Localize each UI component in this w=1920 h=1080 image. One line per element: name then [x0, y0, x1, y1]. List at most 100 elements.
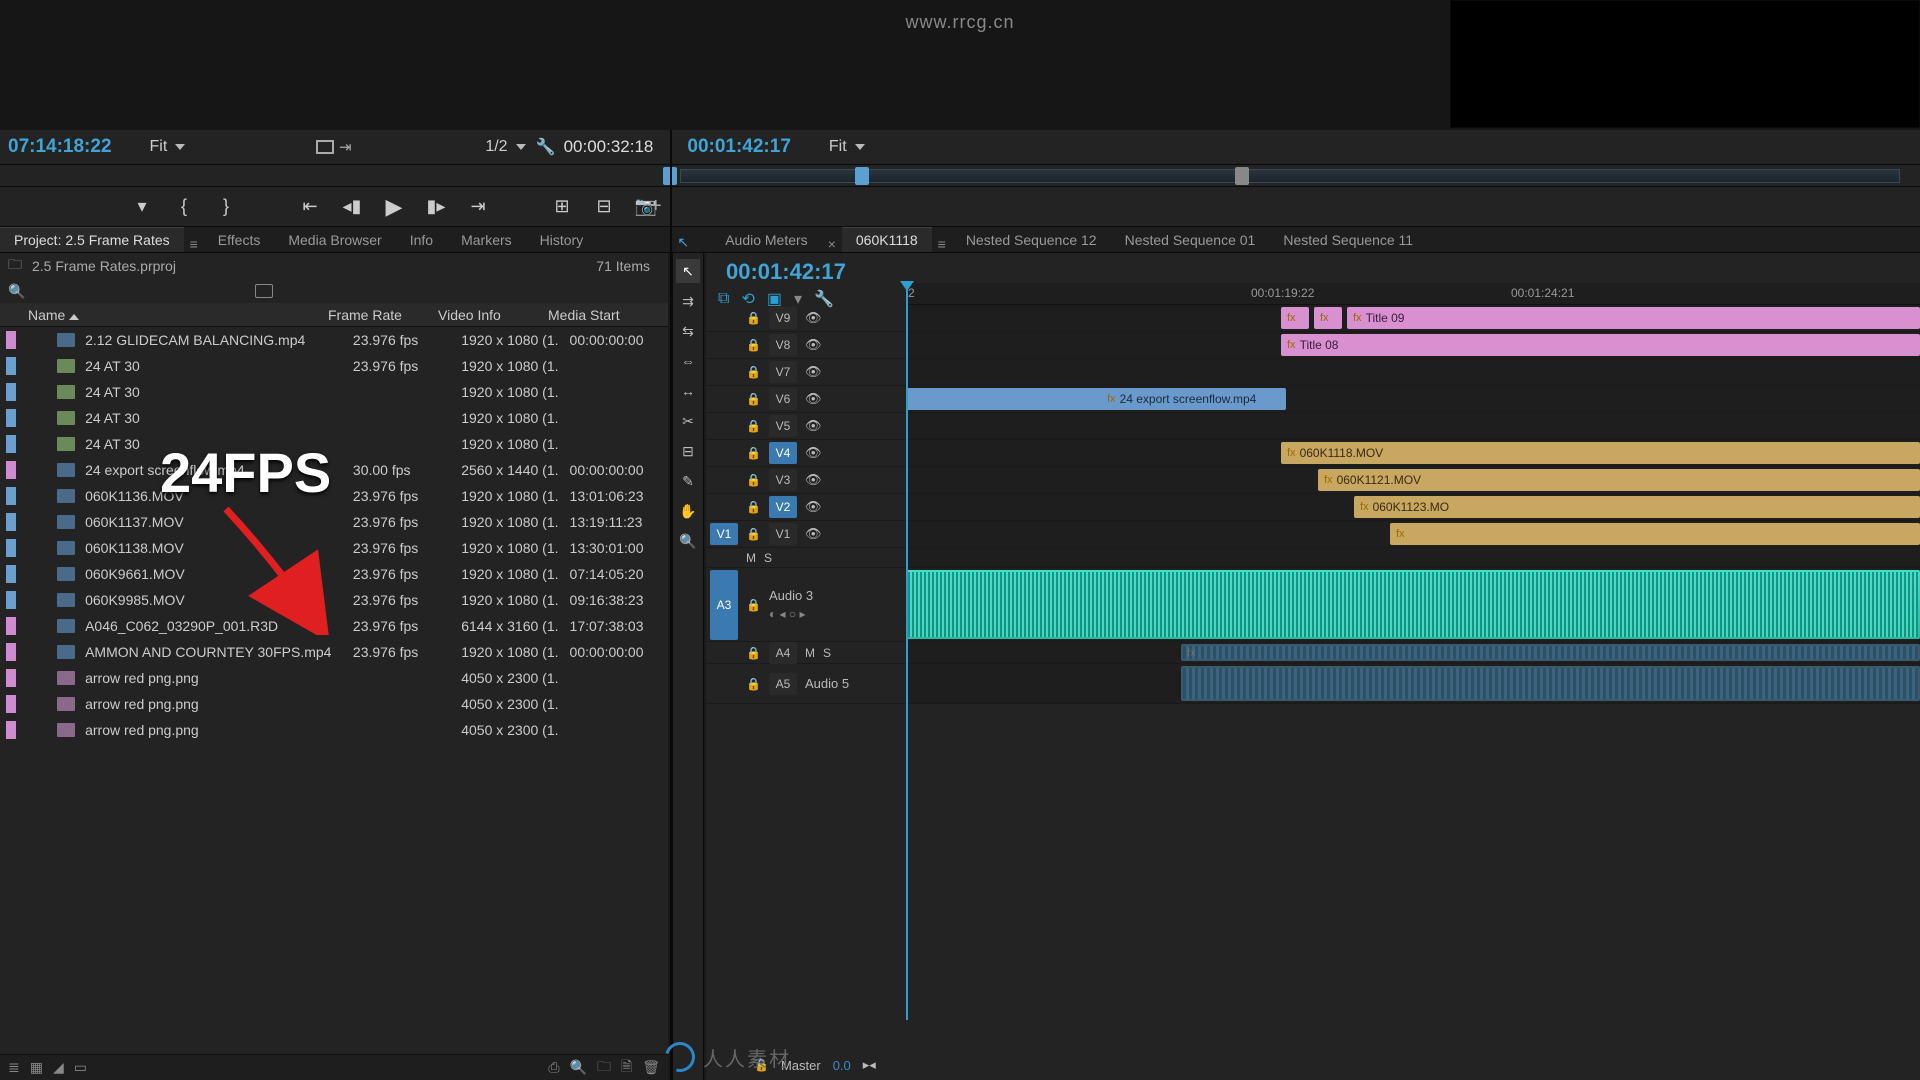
- freeform-view-icon[interactable]: ◢: [53, 1059, 64, 1076]
- timeline-timecode[interactable]: 00:01:42:17: [718, 259, 854, 284]
- in-bracket-icon[interactable]: {: [172, 195, 196, 219]
- ripple-tool-icon[interactable]: ⇆: [676, 319, 700, 343]
- play-icon[interactable]: ▶: [382, 195, 406, 219]
- eye-icon[interactable]: 👁: [805, 472, 822, 488]
- track-v5[interactable]: 🔒V5👁: [706, 413, 1920, 440]
- table-row[interactable]: A046_C062_03290P_001.R3D23.976 fps6144 x…: [0, 613, 668, 639]
- clip-title-09[interactable]: fxTitle 09: [1347, 307, 1920, 329]
- tab-history[interactable]: History: [526, 228, 598, 252]
- table-row[interactable]: 060K1136.MOV23.976 fps1920 x 1080 (1.13:…: [0, 483, 668, 509]
- eye-icon[interactable]: 👁: [805, 445, 822, 461]
- lock-icon[interactable]: 🔒: [746, 598, 761, 612]
- tab-effects[interactable]: Effects: [204, 228, 275, 252]
- lock-icon[interactable]: 🔒: [746, 419, 761, 433]
- out-bracket-icon[interactable]: }: [214, 195, 238, 219]
- step-fwd-icon[interactable]: ▮▸: [424, 195, 448, 219]
- track-v7[interactable]: 🔒V7👁: [706, 359, 1920, 386]
- clip-title[interactable]: fx: [1314, 307, 1342, 329]
- audio-clip-a3[interactable]: [906, 570, 1920, 639]
- track-a4[interactable]: 🔒A4MS fx: [706, 642, 1920, 664]
- track-a-ms[interactable]: MS: [706, 548, 1920, 568]
- col-framerate[interactable]: Frame Rate: [328, 307, 438, 323]
- tab-markers[interactable]: Markers: [447, 228, 526, 252]
- lock-icon[interactable]: 🔒: [746, 392, 761, 406]
- clip-060k1123[interactable]: fx060K1123.MO: [1354, 496, 1920, 518]
- tool-select-arrow-icon[interactable]: ↖: [673, 232, 693, 252]
- tab-project-menu[interactable]: ≡: [184, 236, 204, 252]
- tab-nested-11[interactable]: Nested Sequence 11: [1269, 228, 1427, 252]
- table-row[interactable]: AMMON AND COURNTEY 30FPS.mp423.976 fps19…: [0, 639, 668, 665]
- audio-clip-a4[interactable]: fx: [1181, 644, 1920, 661]
- track-v1[interactable]: V1🔒V1👁 fx: [706, 521, 1920, 548]
- table-row[interactable]: 060K9661.MOV23.976 fps1920 x 1080 (1.07:…: [0, 561, 668, 587]
- master-track[interactable]: 🔒 Master 0.0 ▸◂: [706, 1050, 906, 1080]
- zoom-tool-icon[interactable]: 🔍: [676, 529, 700, 553]
- auto-sequence-icon[interactable]: ⎙: [548, 1059, 559, 1076]
- clip-screenflow[interactable]: fx24 export screenflow.mp4: [906, 388, 1286, 410]
- clip-title[interactable]: fx: [1281, 307, 1309, 329]
- tab-info[interactable]: Info: [396, 228, 447, 252]
- tab-sequence-active[interactable]: 060K1118: [842, 227, 932, 252]
- new-bin-icon[interactable]: 🗀: [597, 1056, 611, 1080]
- icon-view-icon[interactable]: ▦: [30, 1059, 43, 1076]
- clip-060k1118[interactable]: fx060K1118.MOV: [1281, 442, 1920, 464]
- table-row[interactable]: arrow red png.png4050 x 2300 (1.: [0, 691, 668, 717]
- track-v2[interactable]: 🔒V2👁 fx060K1123.MO: [706, 494, 1920, 521]
- table-row[interactable]: 060K9985.MOV23.976 fps1920 x 1080 (1.09:…: [0, 587, 668, 613]
- lock-icon[interactable]: 🔒: [746, 365, 761, 379]
- table-row[interactable]: 24 AT 301920 x 1080 (1.: [0, 431, 668, 457]
- step-back-icon[interactable]: ◂▮: [340, 195, 364, 219]
- eye-icon[interactable]: 👁: [805, 391, 822, 407]
- table-row[interactable]: 2.12 GLIDECAM BALANCING.mp423.976 fps192…: [0, 327, 668, 353]
- clip-060k1121[interactable]: fx060K1121.MOV: [1318, 469, 1920, 491]
- program-zoom-dropdown[interactable]: Fit: [819, 138, 875, 156]
- track-v6[interactable]: 🔒V6👁 fx24 export screenflow.mp4: [706, 386, 1920, 413]
- eye-icon[interactable]: 👁: [805, 310, 822, 326]
- track-select-tool-icon[interactable]: ⇉: [676, 289, 700, 313]
- razor-tool-icon[interactable]: ✂: [676, 409, 700, 433]
- output-icon[interactable]: ⇥: [335, 137, 355, 157]
- eye-icon[interactable]: 👁: [805, 418, 822, 434]
- rolling-tool-icon[interactable]: ⇔: [676, 349, 700, 373]
- settings-wrench-icon[interactable]: 🔧: [536, 137, 556, 157]
- eye-icon[interactable]: 👁: [805, 364, 822, 380]
- table-row[interactable]: 24 AT 301920 x 1080 (1.: [0, 405, 668, 431]
- list-view-icon[interactable]: ≣: [8, 1059, 20, 1076]
- tab-nested-12[interactable]: Nested Sequence 12: [952, 228, 1111, 252]
- tab-audio-meters[interactable]: Audio Meters: [711, 228, 821, 252]
- lock-icon[interactable]: 🔒: [746, 338, 761, 352]
- track-v3[interactable]: 🔒V3👁 fx060K1121.MOV: [706, 467, 1920, 494]
- lock-icon[interactable]: 🔒: [746, 677, 761, 691]
- lock-icon[interactable]: 🔒: [746, 311, 761, 325]
- eye-icon[interactable]: 👁: [805, 499, 822, 515]
- source-patch-a3[interactable]: A3: [710, 570, 738, 640]
- tab-media-browser[interactable]: Media Browser: [274, 228, 395, 252]
- source-res-dropdown[interactable]: 1/2: [475, 138, 535, 156]
- rate-tool-icon[interactable]: ↔: [676, 379, 700, 403]
- tab-audio-close[interactable]: ×: [822, 236, 842, 252]
- lock-icon[interactable]: 🔒: [746, 446, 761, 460]
- table-row[interactable]: arrow red png.png4050 x 2300 (1.: [0, 665, 668, 691]
- lock-icon[interactable]: 🔒: [746, 646, 761, 660]
- track-v9[interactable]: 🔒V9👁 fx fx fxTitle 09: [706, 305, 1920, 332]
- lock-icon[interactable]: 🔒: [754, 1058, 769, 1072]
- master-value[interactable]: 0.0: [833, 1058, 851, 1073]
- table-row[interactable]: 060K1138.MOV23.976 fps1920 x 1080 (1.13:…: [0, 535, 668, 561]
- col-name[interactable]: Name: [28, 307, 328, 323]
- tab-project[interactable]: Project: 2.5 Frame Rates: [0, 227, 184, 252]
- add-button-icon[interactable]: +: [650, 195, 662, 218]
- tab-sequence-menu[interactable]: ≡: [932, 236, 952, 252]
- track-a5[interactable]: 🔒A5Audio 5: [706, 664, 1920, 704]
- new-item-icon[interactable]: 🗎: [621, 1056, 632, 1080]
- slip-tool-icon[interactable]: ⊟: [676, 439, 700, 463]
- col-mediastart[interactable]: Media Start: [548, 307, 648, 323]
- clip-title-08[interactable]: fxTitle 08: [1281, 334, 1920, 356]
- table-row[interactable]: 060K1137.MOV23.976 fps1920 x 1080 (1.13:…: [0, 509, 668, 535]
- thumb-size-icon[interactable]: ▭: [74, 1059, 87, 1076]
- goto-in-icon[interactable]: ⇤: [298, 195, 322, 219]
- audio-clip-a5[interactable]: [1181, 666, 1920, 701]
- eye-icon[interactable]: 👁: [805, 337, 822, 353]
- overwrite-icon[interactable]: ⊟: [592, 195, 616, 219]
- eye-icon[interactable]: 👁: [805, 526, 822, 542]
- playhead[interactable]: [906, 283, 908, 1020]
